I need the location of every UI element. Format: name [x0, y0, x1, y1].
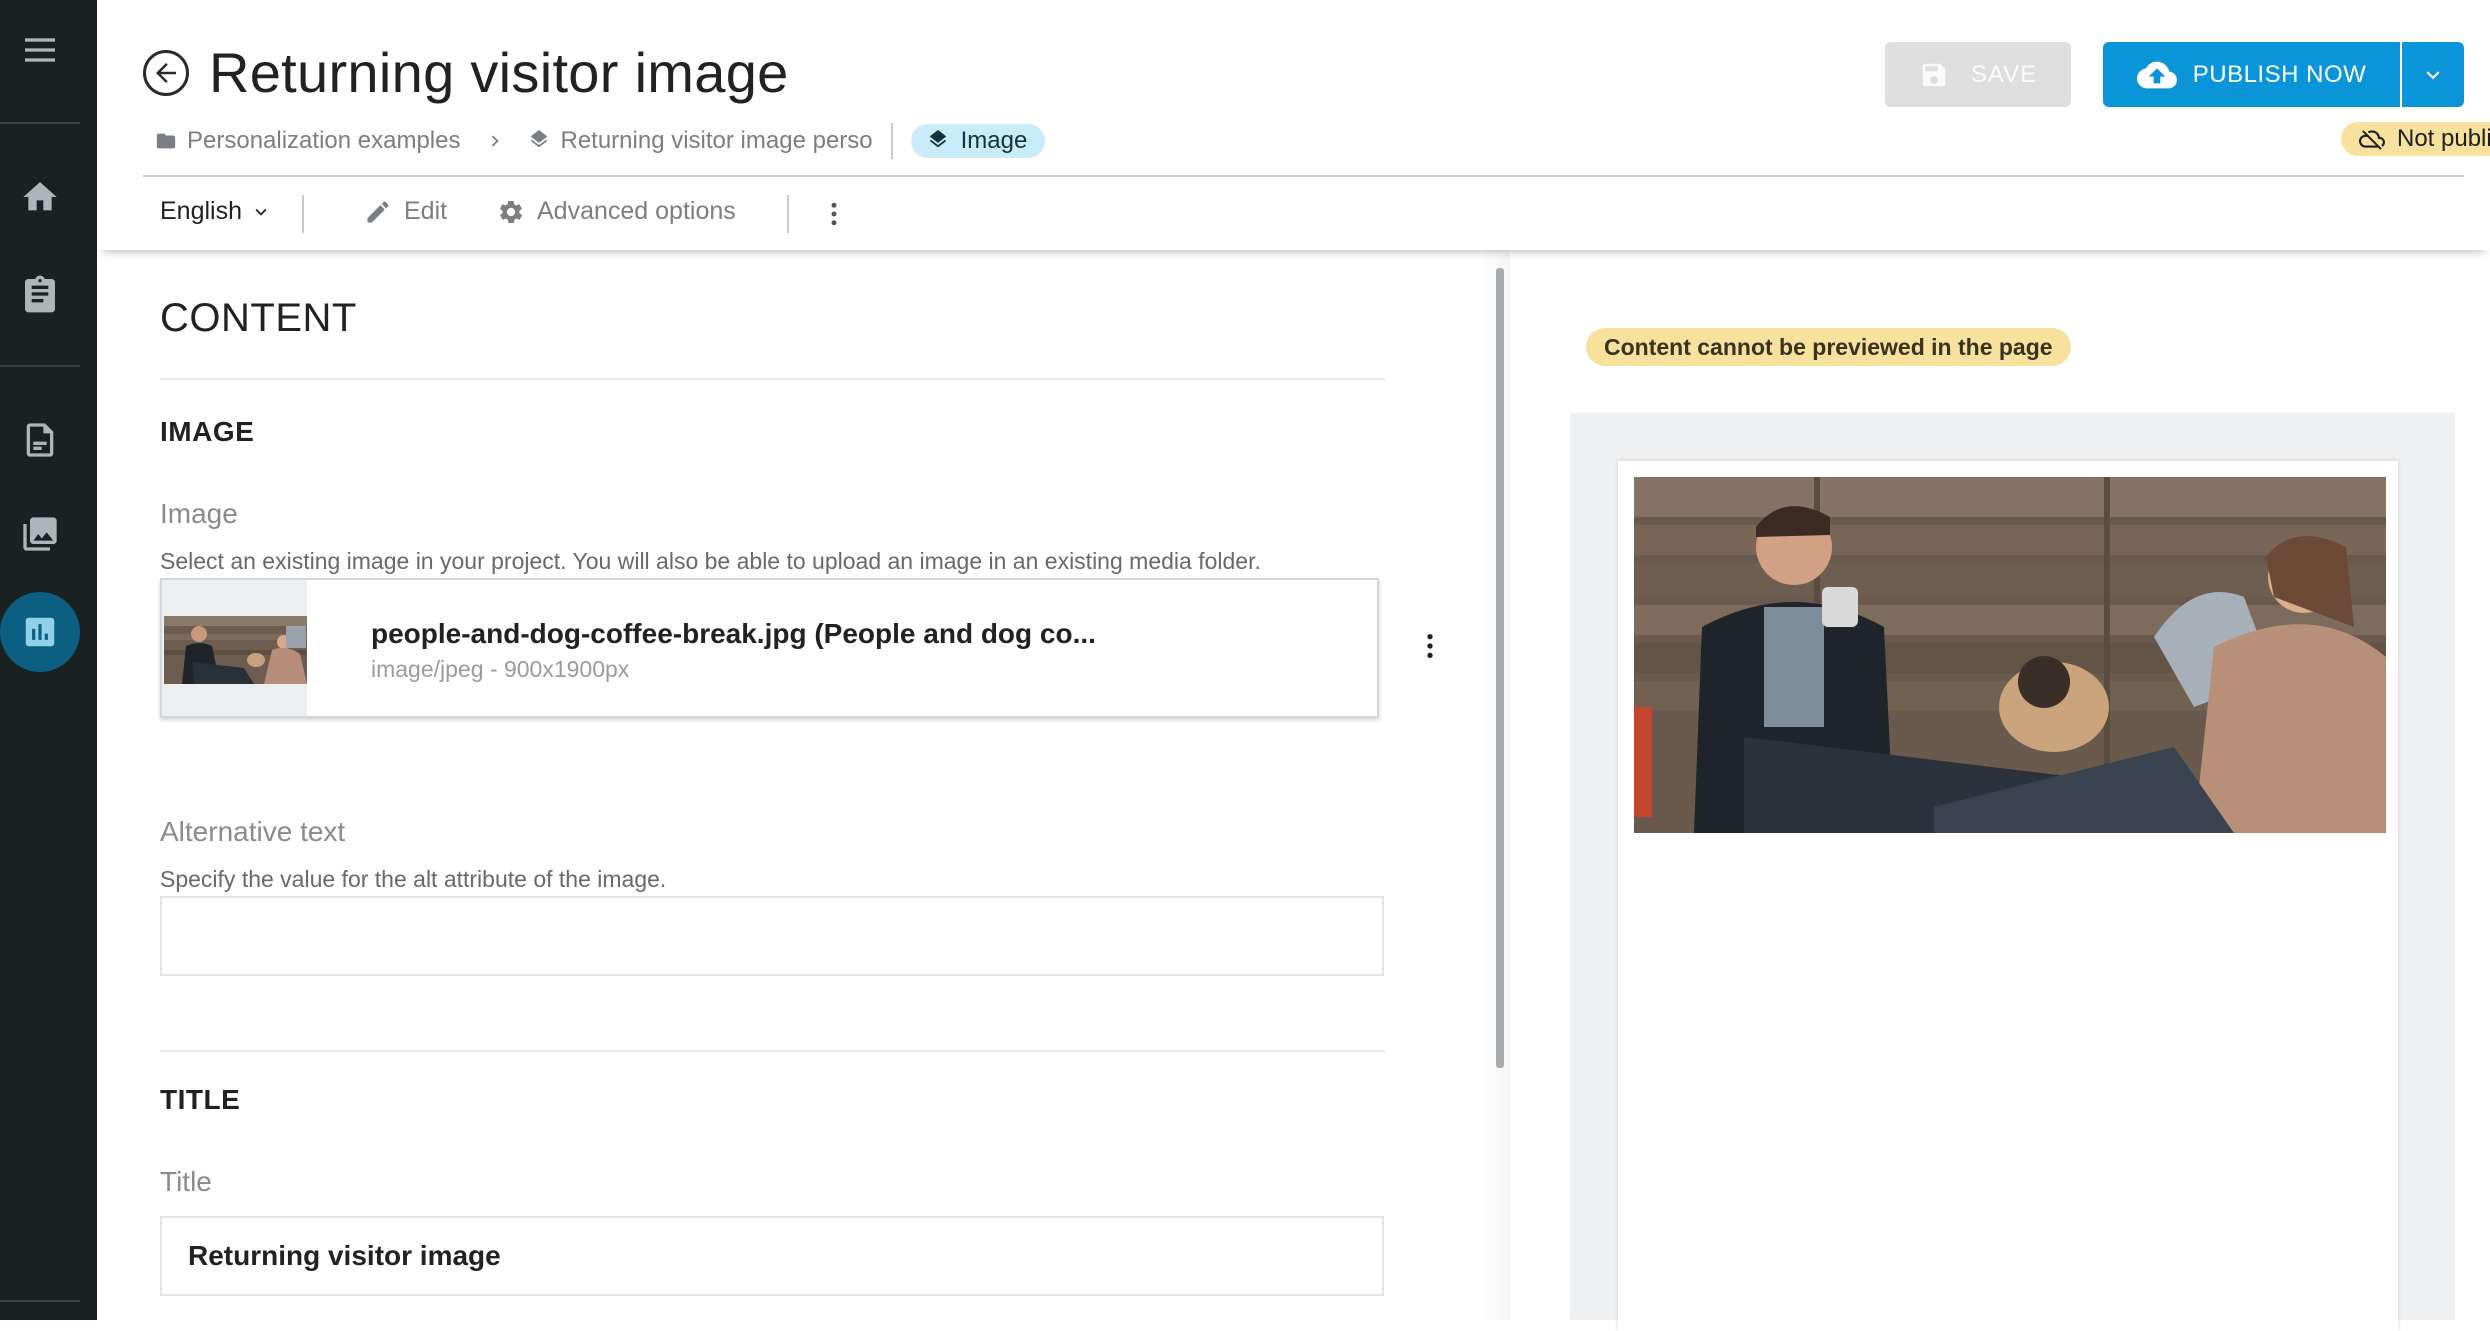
- menu-icon[interactable]: [18, 28, 62, 72]
- save-label: SAVE: [1970, 60, 2038, 88]
- cloud-off-icon: [2359, 130, 2385, 150]
- gear-icon: [500, 200, 523, 223]
- nav-divider: [0, 122, 80, 124]
- editor-toolbar: English Edit Advanced options: [97, 177, 2490, 250]
- preview-page: [1618, 461, 2398, 1331]
- preview-frame: [1570, 413, 2455, 1331]
- breadcrumb: Personalization examples Returning visit…: [155, 123, 1046, 159]
- chevron-down-icon: [2426, 70, 2440, 79]
- analytics-icon[interactable]: [0, 592, 80, 672]
- save-button[interactable]: SAVE: [1885, 42, 2071, 107]
- asset-name: people-and-dog-coffee-break.jpg (People …: [371, 618, 1096, 649]
- more-vertical-icon[interactable]: [819, 199, 849, 229]
- chevron-right-icon: [492, 135, 500, 147]
- nav-divider: [0, 1300, 80, 1302]
- section-divider: [160, 1050, 1385, 1052]
- photo-thumbnail: [164, 616, 307, 684]
- publish-now-button[interactable]: PUBLISH NOW: [2103, 42, 2400, 107]
- image-field-help: Select an existing image in your project…: [160, 548, 1261, 574]
- chevron-down-icon: [255, 208, 267, 216]
- preview-photo: [1634, 477, 2386, 833]
- advanced-options-label: Advanced options: [537, 197, 736, 225]
- image-group-title: IMAGE: [160, 416, 255, 447]
- breadcrumb-folder[interactable]: Personalization examples: [187, 127, 460, 155]
- breadcrumb-item[interactable]: Returning visitor image perso: [560, 127, 872, 155]
- asset-thumbnail: [162, 580, 307, 716]
- language-label: English: [160, 197, 242, 225]
- status-label: Not published: [2397, 125, 2490, 152]
- edit-button[interactable]: Edit: [364, 197, 447, 226]
- advanced-options-button[interactable]: Advanced options: [497, 197, 736, 226]
- section-title: CONTENT: [160, 296, 357, 340]
- title-input[interactable]: Returning visitor image: [160, 1216, 1384, 1296]
- publish-options-button[interactable]: [2402, 42, 2464, 107]
- alt-text-input[interactable]: [160, 896, 1384, 976]
- status-badge: Not published: [2341, 122, 2490, 156]
- cloud-upload-icon: [2136, 61, 2177, 88]
- content-scrollbar[interactable]: [1496, 268, 1504, 1068]
- save-icon: [1922, 63, 1946, 86]
- layers-icon: [531, 130, 548, 148]
- page-title: Returning visitor image: [209, 41, 789, 104]
- preview-panel: Content cannot be previewed in the page: [1510, 250, 2490, 1331]
- image-field-label: Image: [160, 498, 238, 529]
- more-vertical-icon[interactable]: [1414, 630, 1446, 662]
- preview-warning-badge: Content cannot be previewed in the page: [1586, 328, 2071, 366]
- toolbar-divider: [787, 195, 789, 233]
- clipboard-icon[interactable]: [18, 272, 62, 316]
- scroll-shadow: [1480, 250, 1510, 1320]
- breadcrumb-divider: [890, 123, 893, 159]
- content-type-badge: Image: [910, 124, 1046, 158]
- side-navigation: [0, 0, 97, 1320]
- content-type-label: Image: [960, 127, 1028, 154]
- layers-icon: [929, 130, 946, 148]
- pencil-icon: [367, 201, 389, 222]
- editor-header: Returning visitor image Personalization …: [97, 0, 2490, 250]
- title-field-label: Title: [160, 1166, 212, 1197]
- nav-divider: [0, 365, 80, 367]
- language-selector[interactable]: English: [160, 197, 272, 226]
- content-items-icon[interactable]: [18, 418, 62, 462]
- publish-label: PUBLISH NOW: [2192, 60, 2367, 88]
- media-icon[interactable]: [18, 512, 62, 556]
- back-arrow-icon[interactable]: [143, 50, 189, 96]
- home-icon[interactable]: [18, 175, 62, 219]
- content-editor: CONTENT IMAGE Image Select an existing i…: [97, 250, 1497, 1320]
- selected-asset-card[interactable]: people-and-dog-coffee-break.jpg (People …: [160, 578, 1379, 718]
- asset-metadata: image/jpeg - 900x1900px: [371, 656, 630, 682]
- title-group-title: TITLE: [160, 1084, 241, 1115]
- alt-text-label: Alternative text: [160, 816, 346, 847]
- section-divider: [160, 378, 1385, 380]
- folder-icon: [156, 133, 176, 149]
- edit-label: Edit: [404, 197, 448, 225]
- toolbar-divider: [302, 195, 304, 233]
- alt-text-help: Specify the value for the alt attribute …: [160, 866, 667, 892]
